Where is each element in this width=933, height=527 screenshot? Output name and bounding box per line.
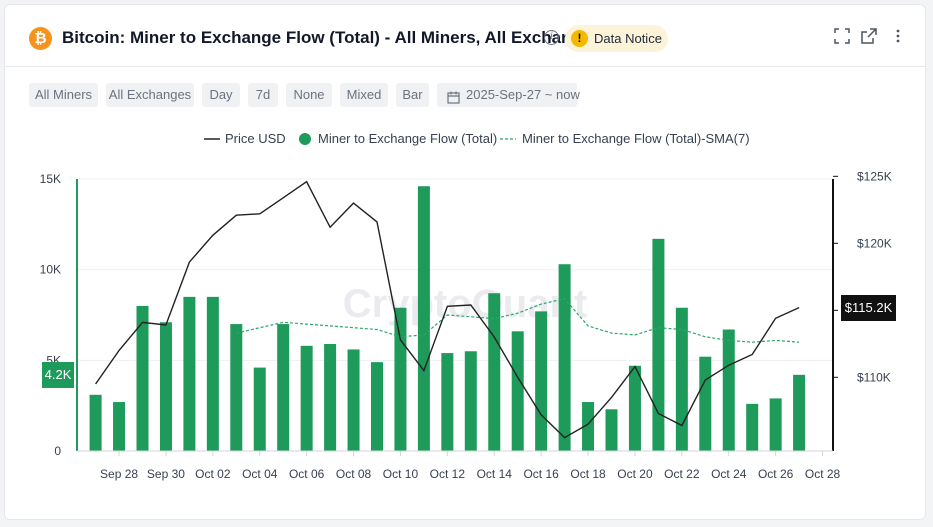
flow-bar	[793, 374, 806, 451]
flow-bar	[558, 264, 571, 451]
x-tick-label: Oct 10	[383, 467, 419, 481]
flow-bar	[722, 329, 735, 451]
flow-bar	[113, 402, 126, 451]
flow-bar	[488, 293, 501, 451]
flow-bar	[746, 403, 759, 451]
flow-bar	[230, 324, 243, 451]
current-price-tag: $115.2K	[841, 294, 896, 321]
flow-bar	[347, 349, 360, 451]
x-tick-label: Oct 26	[758, 467, 794, 481]
x-tick-label: Oct 14	[477, 467, 513, 481]
flow-bar	[628, 365, 641, 451]
flow-bar	[769, 398, 782, 451]
flow-bar	[652, 238, 665, 451]
flow-bar	[417, 186, 430, 451]
y-right-tick-label: $120K	[857, 236, 892, 250]
x-tick-label: Oct 02	[195, 467, 231, 481]
flow-bar	[464, 351, 477, 451]
flow-bar	[535, 311, 548, 451]
chart-plot: 05K10K15KCryptoQuant$110K$115K$120K$125K…	[40, 169, 892, 481]
x-tick-label: Oct 28	[805, 467, 841, 481]
flow-bar	[277, 324, 290, 451]
flow-bar	[159, 322, 172, 451]
flow-bar	[675, 307, 688, 451]
flow-bar	[206, 296, 219, 451]
x-tick-label: Sep 28	[100, 467, 138, 481]
flow-bar	[371, 362, 383, 451]
x-tick-label: Sep 30	[147, 467, 185, 481]
flow-bar	[441, 353, 454, 451]
current-flow-tag: 4.2K	[42, 361, 74, 388]
flow-bar	[300, 345, 313, 451]
y-right-tick-label: $110K	[857, 370, 891, 384]
flow-bar	[511, 331, 524, 451]
x-tick-label: Oct 18	[570, 467, 606, 481]
flow-bar	[253, 367, 266, 451]
x-tick-label: Oct 16	[523, 467, 559, 481]
x-tick-label: Oct 12	[430, 467, 466, 481]
flow-bar	[394, 307, 407, 451]
x-tick-label: Oct 22	[664, 467, 700, 481]
x-tick-label: Oct 20	[617, 467, 653, 481]
y-left-tick-label: 0	[54, 444, 61, 458]
x-tick-label: Oct 24	[711, 467, 747, 481]
x-tick-label: Oct 08	[336, 467, 372, 481]
flow-bar	[183, 296, 196, 451]
chart-card: ₿ Bitcoin: Miner to Exchange Flow (Total…	[4, 4, 926, 520]
x-tick-label: Oct 04	[242, 467, 278, 481]
y-left-tick-label: 15K	[40, 172, 61, 186]
flow-bar	[324, 344, 337, 451]
x-tick-label: Oct 06	[289, 467, 325, 481]
flow-bar	[605, 409, 618, 451]
flow-bar	[89, 394, 102, 451]
flow-bar	[699, 356, 712, 451]
y-right-tick-label: $125K	[857, 169, 892, 183]
y-left-tick-label: 10K	[40, 263, 61, 277]
watermark: CryptoQuant	[343, 282, 587, 326]
